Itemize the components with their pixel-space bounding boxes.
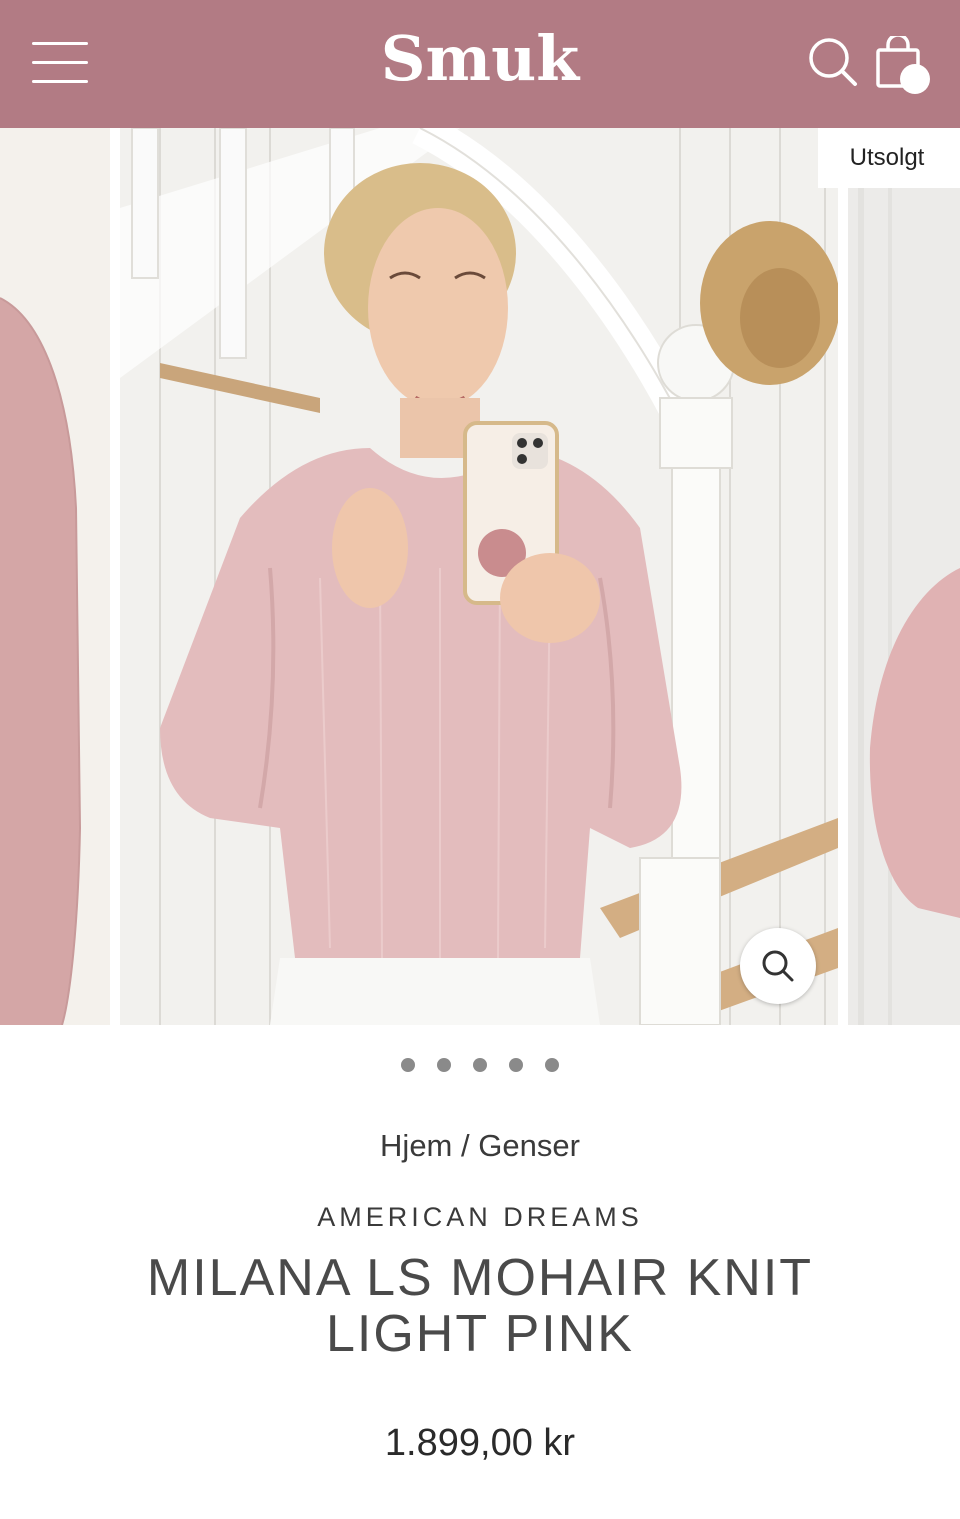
next-slide-image[interactable] [848, 188, 960, 1025]
carousel-dot[interactable] [473, 1058, 487, 1072]
carousel-dot[interactable] [401, 1058, 415, 1072]
site-logo[interactable]: Smuk [330, 22, 630, 95]
zoom-icon[interactable] [740, 928, 816, 1004]
cart-count-badge [900, 64, 930, 94]
breadcrumb-separator: / [461, 1128, 470, 1163]
product-brand[interactable]: AMERICAN DREAMS [0, 1202, 960, 1233]
shopping-bag-icon[interactable] [872, 33, 936, 100]
product-gallery[interactable] [0, 128, 960, 1025]
breadcrumb-home-link[interactable]: Hjem [380, 1128, 452, 1163]
menu-icon[interactable] [32, 40, 90, 84]
carousel-dot[interactable] [509, 1058, 523, 1072]
product-title: MILANA LS MOHAIR KNIT LIGHT PINK [146, 1249, 814, 1363]
carousel-dot[interactable] [437, 1058, 451, 1072]
carousel-pagination [0, 1058, 960, 1078]
menu-line [32, 61, 88, 64]
site-header: Smuk [0, 0, 960, 128]
previous-slide-image[interactable] [0, 128, 110, 1025]
sold-out-badge: Utsolgt [818, 128, 956, 188]
product-main-image[interactable] [120, 128, 838, 1025]
breadcrumb: Hjem / Genser [0, 1128, 960, 1164]
search-icon[interactable] [805, 36, 861, 92]
menu-line [32, 42, 88, 45]
breadcrumb-category-link[interactable]: Genser [478, 1128, 580, 1163]
carousel-dot[interactable] [545, 1058, 559, 1072]
product-price: 1.899,00 kr [384, 1422, 576, 1464]
menu-line [32, 80, 88, 83]
